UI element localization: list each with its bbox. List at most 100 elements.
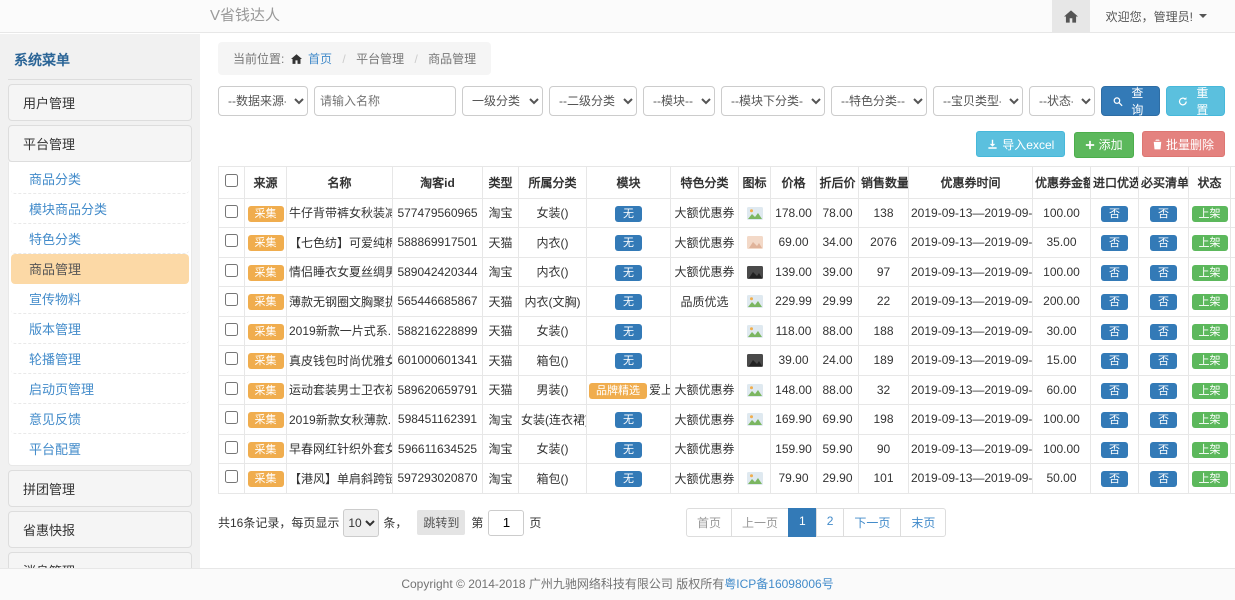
home-button[interactable]: [1052, 0, 1090, 32]
feature-select[interactable]: --特色分类--: [831, 86, 927, 116]
imported-cell: 否: [1091, 375, 1139, 405]
must-buy-badge[interactable]: 否: [1150, 442, 1177, 458]
row-checkbox[interactable]: [225, 470, 238, 483]
page-button[interactable]: 下一页: [843, 508, 901, 537]
status-badge[interactable]: 上架: [1192, 324, 1228, 340]
must-buy-badge[interactable]: 否: [1150, 265, 1177, 281]
module-select[interactable]: --模块--: [643, 86, 715, 116]
imported-badge[interactable]: 否: [1101, 294, 1128, 310]
status-badge[interactable]: 上架: [1192, 383, 1228, 399]
module-sub-select[interactable]: --模块下分类--: [721, 86, 825, 116]
status-badge[interactable]: 上架: [1192, 471, 1228, 487]
taoke-id-cell: 596611634525: [393, 434, 483, 464]
sidebar-subitem[interactable]: 模块商品分类: [11, 194, 189, 224]
imported-badge[interactable]: 否: [1101, 235, 1128, 251]
must-buy-badge[interactable]: 否: [1150, 324, 1177, 340]
status-cell: 上架: [1189, 316, 1231, 346]
must-buy-badge[interactable]: 否: [1150, 471, 1177, 487]
sidebar-subitem[interactable]: 启动页管理: [11, 374, 189, 404]
imported-badge[interactable]: 否: [1101, 412, 1128, 428]
row-checkbox[interactable]: [225, 411, 238, 424]
search-button[interactable]: 查询: [1101, 86, 1160, 116]
sidebar-item-3[interactable]: 省惠快报: [8, 511, 192, 548]
row-checkbox[interactable]: [225, 234, 238, 247]
status-badge[interactable]: 上架: [1192, 235, 1228, 251]
status-badge[interactable]: 上架: [1192, 206, 1228, 222]
user-menu[interactable]: 欢迎您，管理员!: [1090, 0, 1235, 32]
imported-badge[interactable]: 否: [1101, 471, 1128, 487]
icp-link[interactable]: 粤ICP备16098006号: [724, 577, 833, 591]
row-checkbox[interactable]: [225, 382, 238, 395]
status-badge[interactable]: 上架: [1192, 353, 1228, 369]
chevron-down-icon: [1199, 14, 1207, 18]
page-button[interactable]: 2: [816, 508, 845, 537]
sidebar-item-2[interactable]: 拼团管理: [8, 470, 192, 507]
import-excel-button[interactable]: 导入excel: [976, 131, 1065, 157]
breadcrumb-home-link[interactable]: 首页: [308, 52, 332, 66]
taoke-id-cell: 588869917501: [393, 228, 483, 258]
must-buy-badge[interactable]: 否: [1150, 235, 1177, 251]
row-select-cell: [219, 434, 245, 464]
coupon-time-cell: 2019-09-13—2019-09-19: [909, 316, 1033, 346]
module-badge: 无: [615, 294, 642, 310]
discount-price-cell: 39.00: [817, 257, 859, 287]
table-row: 采集运动套装男士卫衣初秋...589620659791天猫男装()品牌精选爱上运…: [219, 375, 1235, 405]
imported-badge[interactable]: 否: [1101, 324, 1128, 340]
category-cell: 箱包(): [519, 464, 587, 494]
level2-category-select[interactable]: --二级分类--: [549, 86, 637, 116]
column-header: 图标: [739, 166, 771, 198]
status-badge[interactable]: 上架: [1192, 412, 1228, 428]
status-select[interactable]: --状态--: [1029, 86, 1095, 116]
batch-delete-button[interactable]: 批量删除: [1142, 131, 1225, 157]
sidebar-subitem[interactable]: 意见反馈: [11, 404, 189, 434]
sidebar-subitem[interactable]: 商品分类: [11, 164, 189, 194]
ops-cell: [1231, 434, 1235, 464]
row-checkbox[interactable]: [225, 293, 238, 306]
page-button[interactable]: 末页: [900, 508, 946, 537]
name-input[interactable]: [314, 86, 456, 116]
page-button[interactable]: 1: [788, 508, 817, 537]
row-checkbox[interactable]: [225, 264, 238, 277]
status-cell: 上架: [1189, 405, 1231, 435]
must-buy-badge[interactable]: 否: [1150, 294, 1177, 310]
sidebar-item-1[interactable]: 平台管理: [8, 125, 192, 162]
level1-category-select[interactable]: 一级分类: [462, 86, 543, 116]
sidebar-subitem[interactable]: 特色分类: [11, 224, 189, 254]
row-checkbox[interactable]: [225, 205, 238, 218]
status-badge[interactable]: 上架: [1192, 294, 1228, 310]
select-all-checkbox[interactable]: [225, 174, 238, 187]
row-checkbox[interactable]: [225, 441, 238, 454]
reset-button[interactable]: 重置: [1166, 86, 1225, 116]
must-buy-badge[interactable]: 否: [1150, 206, 1177, 222]
icon-cell: [739, 287, 771, 317]
imported-badge[interactable]: 否: [1101, 383, 1128, 399]
must-buy-badge[interactable]: 否: [1150, 353, 1177, 369]
sidebar-subitem[interactable]: 版本管理: [11, 314, 189, 344]
row-checkbox[interactable]: [225, 352, 238, 365]
jump-page-input[interactable]: [488, 510, 524, 536]
coupon-time-cell: 2019-09-13—2019-09-20: [909, 346, 1033, 376]
status-badge[interactable]: 上架: [1192, 442, 1228, 458]
imported-badge[interactable]: 否: [1101, 442, 1128, 458]
item-type-select[interactable]: --宝贝类型--: [933, 86, 1023, 116]
breadcrumb-prefix: 当前位置:: [233, 52, 284, 66]
row-checkbox[interactable]: [225, 323, 238, 336]
must-buy-badge[interactable]: 否: [1150, 383, 1177, 399]
imported-badge[interactable]: 否: [1101, 206, 1128, 222]
top-navbar: V省钱达人 欢迎您，管理员!: [0, 0, 1235, 33]
status-badge[interactable]: 上架: [1192, 265, 1228, 281]
source-select[interactable]: --数据来源--: [218, 86, 308, 116]
category-cell: 内衣(): [519, 257, 587, 287]
sidebar-subitem[interactable]: 平台配置: [11, 434, 189, 463]
imported-badge[interactable]: 否: [1101, 353, 1128, 369]
page-size-select[interactable]: 10: [343, 509, 379, 537]
add-button[interactable]: 添加: [1074, 132, 1134, 158]
coupon-amount-cell: 50.00: [1033, 464, 1091, 494]
sidebar-subitem[interactable]: 宣传物料: [11, 284, 189, 314]
feature-cell: [671, 316, 739, 346]
must-buy-badge[interactable]: 否: [1150, 412, 1177, 428]
sidebar-subitem[interactable]: 商品管理: [11, 254, 189, 284]
sidebar-subitem[interactable]: 轮播管理: [11, 344, 189, 374]
imported-badge[interactable]: 否: [1101, 265, 1128, 281]
sidebar-item-0[interactable]: 用户管理: [8, 84, 192, 121]
